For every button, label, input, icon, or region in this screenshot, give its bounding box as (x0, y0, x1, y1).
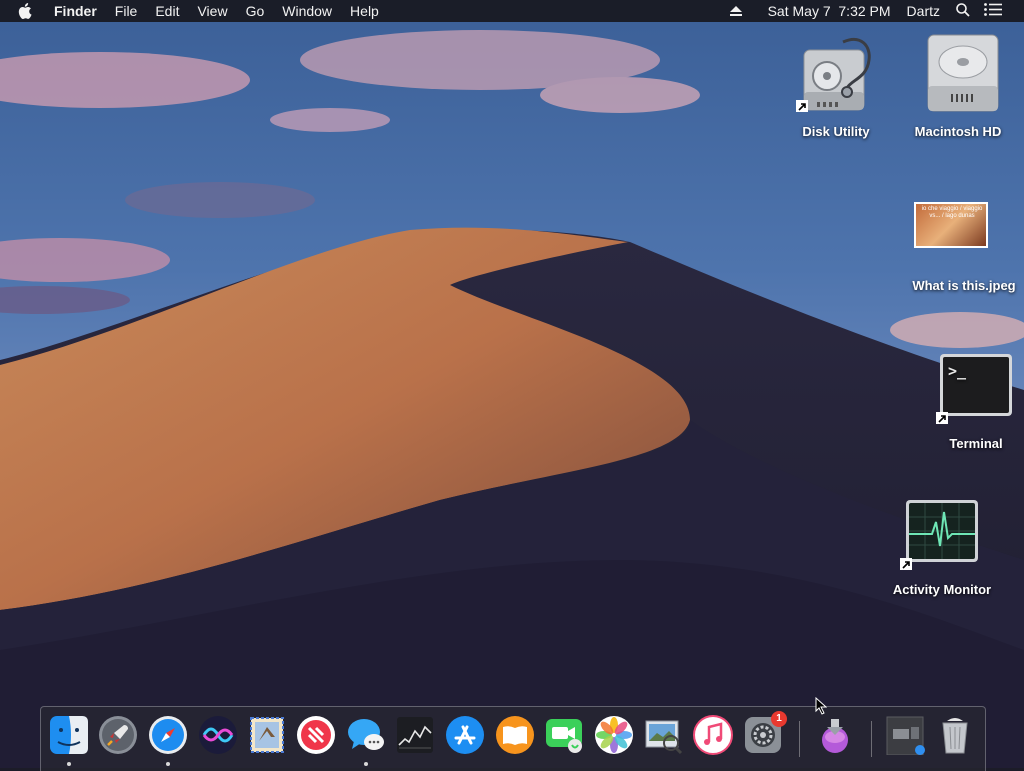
running-indicator (166, 762, 170, 766)
stocks-icon (397, 717, 433, 753)
dock-separator (799, 721, 800, 757)
alias-arrow-icon (796, 100, 808, 112)
menu-file[interactable]: File (106, 0, 147, 22)
dock-item-stocks[interactable] (395, 715, 435, 755)
menubar-user[interactable]: Dartz (907, 3, 940, 19)
news-icon (297, 716, 335, 754)
activity-monitor-icon (906, 500, 978, 562)
app-store-icon (446, 716, 484, 754)
dock-item-finder[interactable] (49, 715, 89, 755)
search-icon[interactable] (956, 2, 970, 20)
dock-item-news[interactable] (296, 715, 336, 755)
desktop-icon-label: Terminal (949, 436, 1003, 451)
thumbnail-caption: io che viaggio / viaggio vs... / lago du… (921, 206, 983, 219)
hard-drive-icon (927, 34, 999, 112)
dock-item-safari[interactable] (148, 715, 188, 755)
desktop-icon-terminal[interactable]: >_ Terminal (926, 352, 1024, 451)
menu-view[interactable]: View (188, 0, 236, 22)
notification-badge: 1 (771, 711, 787, 727)
menu-bar: Finder File Edit View Go Window Help Sat… (0, 0, 1024, 22)
mouse-cursor-icon (815, 697, 827, 715)
svg-text:>_: >_ (948, 362, 967, 380)
desktop-icon-label: Disk Utility (802, 124, 870, 139)
dock-item-photos[interactable] (594, 715, 634, 755)
installer-icon (822, 719, 848, 753)
dock-item-itunes[interactable] (693, 715, 733, 755)
siri-icon (199, 716, 237, 754)
dock-item-preview[interactable] (643, 715, 683, 755)
dock-item-system-preferences[interactable]: 1 (743, 711, 787, 755)
dock: 1 (40, 706, 986, 771)
menu-active-app[interactable]: Finder (52, 0, 106, 22)
dock-item-books[interactable] (495, 715, 535, 755)
desktop-icon-label: Activity Monitor (892, 582, 992, 597)
launchpad-icon (99, 716, 137, 754)
dock-item-launchpad[interactable] (98, 715, 138, 755)
downloads-stack-icon (886, 716, 925, 755)
mail-icon (250, 717, 284, 753)
menu-edit[interactable]: Edit (146, 0, 188, 22)
running-indicator (364, 762, 368, 766)
eject-icon[interactable] (729, 3, 742, 19)
dock-item-app-store[interactable] (445, 715, 485, 755)
terminal-icon: >_ (940, 354, 1012, 416)
notification-center-icon[interactable] (984, 3, 1002, 19)
apple-logo-icon[interactable] (18, 0, 38, 22)
trash-icon (942, 718, 968, 754)
finder-icon (50, 716, 88, 754)
image-thumbnail-icon: io che viaggio / viaggio vs... / lago du… (914, 202, 988, 248)
menu-go[interactable]: Go (237, 0, 274, 22)
desktop-icon-label: What is this.jpeg (912, 278, 1016, 293)
desktop-icon-disk-utility[interactable]: Disk Utility (786, 30, 886, 139)
dock-item-mail[interactable] (247, 715, 287, 755)
dock-item-facetime[interactable] (544, 715, 584, 755)
safari-icon (149, 716, 187, 754)
dock-item-trash[interactable] (935, 715, 975, 755)
desktop-icon-what-is-this[interactable]: io che viaggio / viaggio vs... / lago du… (906, 200, 1024, 293)
alias-arrow-icon (900, 558, 912, 570)
desktop-icon-activity-monitor[interactable]: Activity Monitor (882, 498, 1002, 597)
desktop-icon-label: Macintosh HD (914, 124, 1002, 139)
running-indicator (67, 762, 71, 766)
menubar-clock[interactable]: Sat May 7 7:32 PM (768, 3, 891, 19)
desktop-icon-macintosh-hd[interactable]: Macintosh HD (908, 30, 1008, 139)
dock-item-downloads[interactable] (885, 715, 925, 755)
preview-icon (645, 720, 683, 755)
facetime-icon (546, 719, 582, 753)
messages-icon (348, 719, 384, 750)
books-icon (496, 716, 534, 754)
dock-item-siri[interactable] (198, 715, 238, 755)
alias-arrow-icon (936, 412, 948, 424)
menu-window[interactable]: Window (273, 0, 341, 22)
photos-icon (595, 716, 633, 754)
menu-help[interactable]: Help (341, 0, 388, 22)
dock-item-messages[interactable] (346, 715, 386, 755)
dock-separator (871, 721, 872, 757)
itunes-icon (693, 715, 733, 755)
dock-item-installer[interactable] (815, 715, 855, 755)
